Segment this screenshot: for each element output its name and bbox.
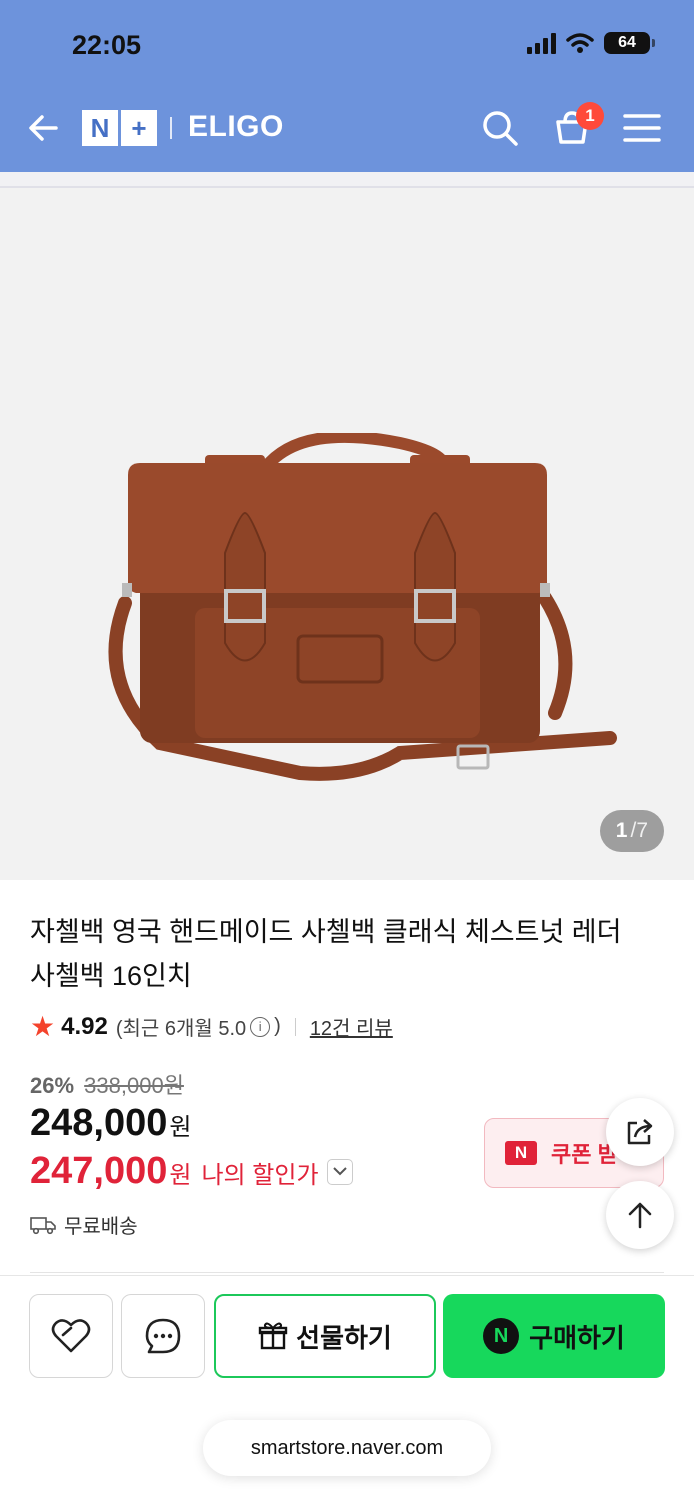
status-icons: 64 xyxy=(527,32,655,54)
shipping-label: 무료배송 xyxy=(64,1216,138,1238)
my-discount-price: 247,000 원 나의 할인가 xyxy=(30,1150,353,1193)
chat-icon xyxy=(145,1318,181,1354)
product-image xyxy=(108,433,617,781)
menu-icon[interactable] xyxy=(620,106,664,150)
chevron-down-icon[interactable] xyxy=(326,1158,353,1185)
naver-plus-logo[interactable]: N + xyxy=(82,110,157,146)
discount-row: 26% 338,000원 xyxy=(30,1068,184,1100)
page-current: 1 xyxy=(615,819,628,842)
gift-icon xyxy=(258,1322,288,1350)
gift-label: 선물하기 xyxy=(296,1322,392,1353)
share-button[interactable] xyxy=(606,1098,674,1166)
store-brand[interactable]: ELIGO xyxy=(188,110,284,144)
cart-count-badge: 1 xyxy=(576,102,604,130)
status-time: 22:05 xyxy=(72,30,142,60)
rating-row: ★ 4.92 (최근 6개월 5.0 i ) 12건 리뷰 xyxy=(30,1010,393,1043)
battery-indicator: 64 xyxy=(604,32,655,54)
sale-price-value: 248,000 xyxy=(30,1102,168,1144)
original-price: 338,000원 xyxy=(84,1073,184,1098)
naver-n-badge: N xyxy=(505,1141,537,1165)
review-link[interactable]: 12건 리뷰 xyxy=(310,1012,393,1041)
my-price-value: 247,000 xyxy=(30,1150,168,1192)
header-separator xyxy=(0,172,694,188)
navbar: N + ELIGO 1 xyxy=(0,92,694,164)
page-total: /7 xyxy=(630,819,648,842)
product-title: 자첼백 영국 핸드메이드 사첼백 클래식 체스트넛 레더 사첼백 16인치 xyxy=(30,917,622,991)
buy-label: 구매하기 xyxy=(529,1322,625,1353)
my-price-unit: 원 xyxy=(169,1162,192,1189)
sale-price: 248,000 원 xyxy=(30,1102,191,1145)
recent-rating-close: ) xyxy=(274,1015,281,1037)
signal-icon xyxy=(527,32,556,54)
wifi-icon xyxy=(566,33,594,53)
truck-icon xyxy=(30,1216,56,1234)
section-divider xyxy=(30,1272,664,1273)
talk-button[interactable] xyxy=(121,1294,205,1378)
back-arrow-icon[interactable] xyxy=(24,108,64,148)
search-icon[interactable] xyxy=(478,106,522,150)
wishlist-button[interactable] xyxy=(29,1294,113,1378)
logo-plus: + xyxy=(121,110,157,146)
shipping-info: 무료배송 xyxy=(30,1210,138,1239)
star-icon: ★ xyxy=(30,1011,56,1042)
info-icon[interactable]: i xyxy=(250,1016,271,1037)
recent-rating: (최근 6개월 5.0 xyxy=(115,1018,247,1040)
gift-button[interactable]: 선물하기 xyxy=(214,1294,436,1378)
share-icon xyxy=(627,1119,653,1145)
image-page-indicator: 1 /7 xyxy=(599,810,664,852)
naver-pay-icon: N xyxy=(483,1318,520,1354)
my-price-label: 나의 할인가 xyxy=(201,1162,319,1189)
rating-divider xyxy=(294,1017,296,1036)
rating-score: 4.92 xyxy=(61,1012,108,1040)
logo-n: N xyxy=(82,110,118,146)
product-image-gallery[interactable]: 1 /7 xyxy=(0,188,694,880)
scroll-top-button[interactable] xyxy=(606,1181,674,1249)
buy-button[interactable]: N 구매하기 xyxy=(443,1294,665,1378)
heart-icon xyxy=(51,1319,91,1353)
top-header: 22:05 64 N + ELIGO 1 xyxy=(0,0,694,172)
discount-percent: 26% xyxy=(30,1073,75,1098)
logo-divider xyxy=(170,117,172,139)
browser-url-bar[interactable]: smartstore.naver.com xyxy=(203,1420,491,1476)
arrow-up-icon xyxy=(628,1202,652,1229)
sale-price-unit: 원 xyxy=(169,1114,192,1141)
